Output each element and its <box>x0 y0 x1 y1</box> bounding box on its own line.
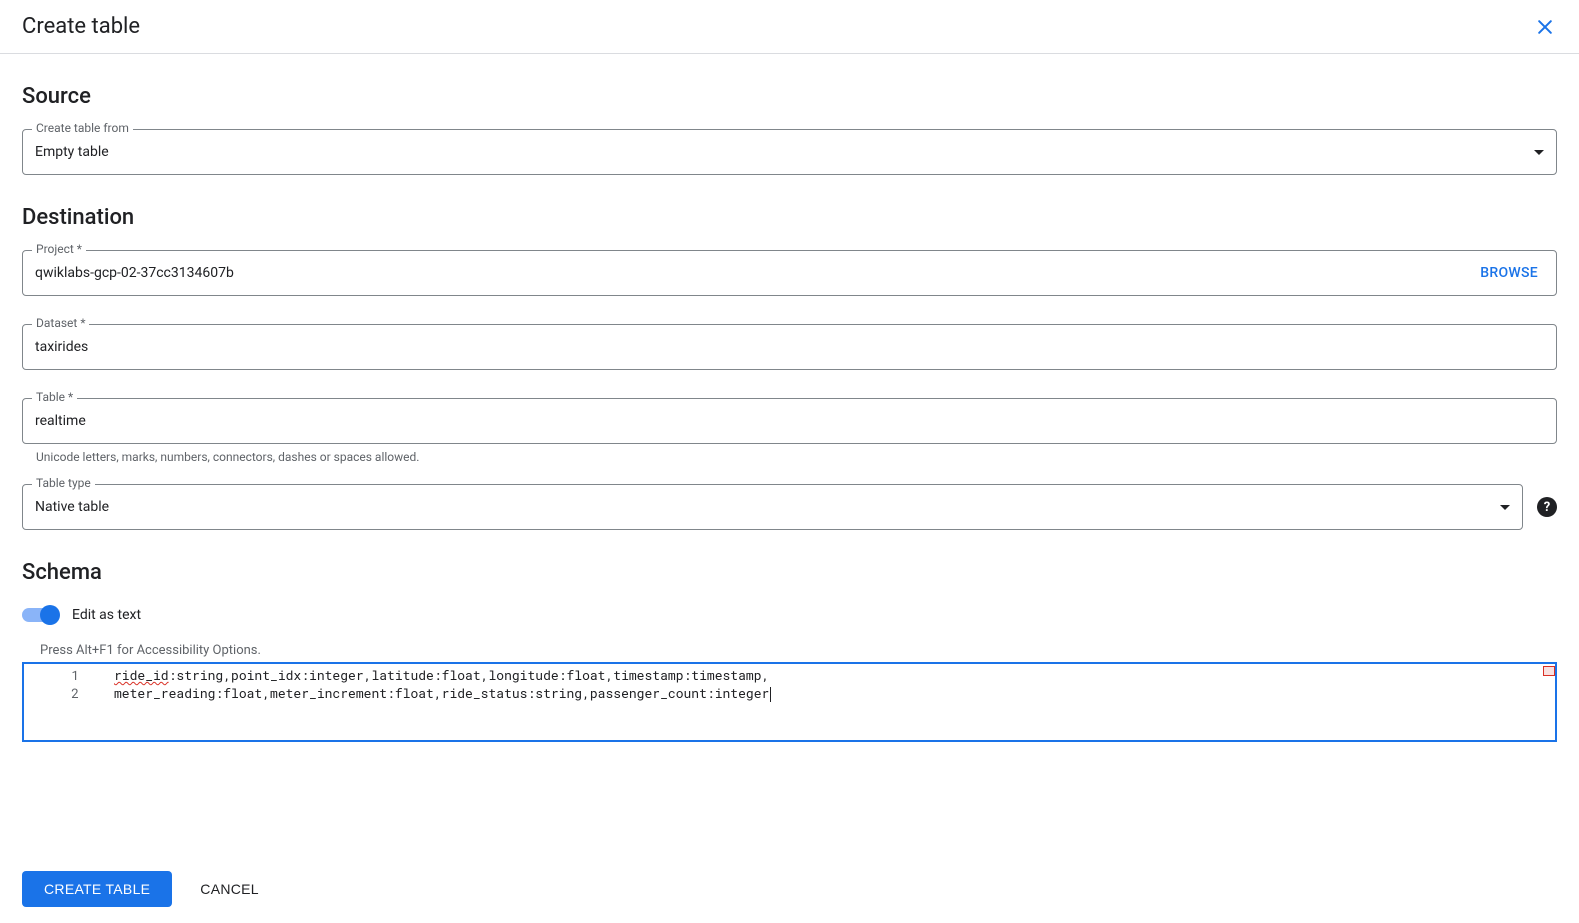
schema-section-title: Schema <box>22 560 1557 585</box>
table-input[interactable] <box>22 398 1557 444</box>
dialog-header: Create table <box>0 0 1579 54</box>
create-table-from-field: Create table from Empty table <box>22 129 1557 175</box>
table-type-select[interactable]: Native table <box>22 484 1523 530</box>
dataset-input[interactable] <box>22 324 1557 370</box>
line-number: 2 <box>24 684 79 702</box>
table-helper-text: Unicode letters, marks, numbers, connect… <box>22 450 1557 464</box>
dialog-content: Source Create table from Empty table Des… <box>0 84 1579 822</box>
source-section-title: Source <box>22 84 1557 109</box>
accessibility-hint: Press Alt+F1 for Accessibility Options. <box>40 643 1557 658</box>
table-label: Table * <box>32 390 77 404</box>
editor-minimap[interactable] <box>1541 664 1555 740</box>
line-number: 1 <box>24 666 79 684</box>
cancel-button[interactable]: CANCEL <box>200 881 259 897</box>
project-input-wrap: BROWSE <box>22 250 1557 296</box>
text-cursor <box>770 687 771 702</box>
table-type-value: Native table <box>35 499 109 515</box>
dialog-footer: CREATE TABLE CANCEL <box>0 855 1579 923</box>
toggle-thumb <box>40 605 60 625</box>
table-field: Table * <box>22 398 1557 444</box>
editor-gutter: 1 2 <box>24 664 90 740</box>
create-table-from-value: Empty table <box>35 144 109 160</box>
dataset-field: Dataset * <box>22 324 1557 370</box>
spellcheck-squiggle: ride_id <box>114 666 169 684</box>
code-line: ride_id:string,point_idx:integer,latitud… <box>114 666 1541 684</box>
chevron-down-icon <box>1534 150 1544 155</box>
editor-code-area[interactable]: ride_id:string,point_idx:integer,latitud… <box>90 664 1541 740</box>
dialog-title: Create table <box>22 14 140 39</box>
create-table-from-label: Create table from <box>32 121 133 135</box>
destination-section-title: Destination <box>22 205 1557 230</box>
table-type-field: Table type Native table <box>22 484 1523 530</box>
create-table-from-select[interactable]: Empty table <box>22 129 1557 175</box>
code-line: meter_reading:float,meter_increment:floa… <box>114 684 1541 702</box>
project-label: Project * <box>32 242 86 256</box>
table-type-row: Table type Native table ? <box>22 484 1557 530</box>
chevron-down-icon <box>1500 505 1510 510</box>
edit-as-text-label: Edit as text <box>72 607 141 623</box>
table-type-label: Table type <box>32 476 95 490</box>
create-table-button[interactable]: CREATE TABLE <box>22 871 172 907</box>
minimap-marker <box>1543 666 1555 676</box>
project-field: Project * BROWSE <box>22 250 1557 296</box>
dataset-label: Dataset * <box>32 316 89 330</box>
close-button[interactable] <box>1533 15 1557 39</box>
project-input[interactable] <box>23 251 1462 295</box>
edit-as-text-row: Edit as text <box>22 605 1557 625</box>
edit-as-text-toggle[interactable] <box>22 605 58 625</box>
close-icon <box>1535 17 1555 37</box>
help-icon[interactable]: ? <box>1537 497 1557 517</box>
schema-editor[interactable]: 1 2 ride_id:string,point_idx:integer,lat… <box>22 662 1557 742</box>
browse-button[interactable]: BROWSE <box>1462 265 1556 281</box>
